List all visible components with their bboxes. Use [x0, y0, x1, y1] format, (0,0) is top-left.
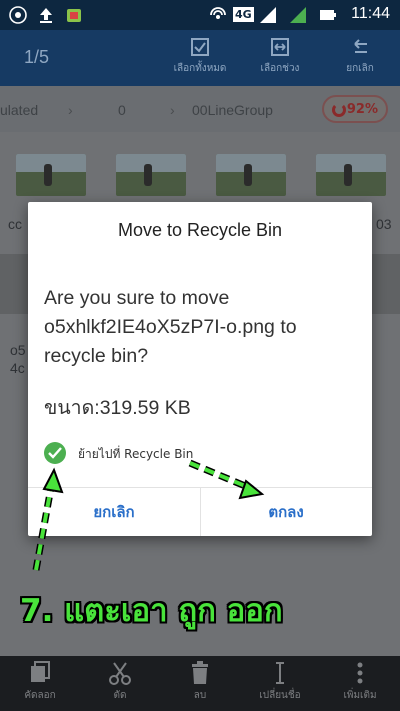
file-label: o5 [10, 342, 26, 358]
cut-icon [109, 662, 131, 685]
breadcrumb-item[interactable]: ulated [0, 102, 38, 118]
rename-label: เปลี่ยนชื่อ [259, 690, 301, 701]
storage-usage-badge[interactable]: 92% [322, 95, 388, 123]
more-label: เพิ่มเติม [343, 690, 377, 701]
select-all-label: เลือกทั้งหมด [173, 63, 227, 74]
instruction-caption: 7. แตะเอา ถูก ออก [20, 593, 283, 629]
hotspot-icon [210, 7, 226, 19]
signal-icon [290, 7, 306, 23]
copy-button[interactable]: คัดลอก [10, 660, 70, 703]
storage-ring-icon [332, 103, 346, 117]
copy-label: คัดลอก [24, 690, 56, 701]
network-type-label: 4G [233, 7, 254, 22]
file-label: 03 [376, 216, 392, 232]
cancel-button[interactable]: ยกเลิก [28, 488, 200, 536]
cancel-selection-button[interactable]: ยกเลิก [320, 36, 400, 76]
delete-label: ลบ [193, 690, 207, 701]
status-bar: 4G 11:44 [0, 0, 400, 30]
image-thumbnail[interactable] [316, 154, 386, 196]
image-thumbnail[interactable] [16, 154, 86, 196]
select-range-icon [271, 38, 289, 56]
cut-button[interactable]: ตัด [90, 660, 150, 703]
select-range-button[interactable]: เลือกช่วง [240, 36, 320, 76]
signal-icon [260, 7, 276, 23]
dialog-message: Are you sure to move o5xhlkf2IE4oX5zP7I-… [44, 287, 297, 367]
selection-count: 1/5 [24, 47, 50, 67]
select-all-icon [191, 38, 209, 56]
breadcrumb: ulated › 0 › 00LineGroup 92% [0, 86, 400, 132]
more-button[interactable]: เพิ่มเติม [330, 660, 390, 703]
copy-icon [31, 661, 50, 682]
recycle-bin-dialog: Move to Recycle Bin Are you sure to move… [28, 202, 372, 536]
delete-button[interactable]: ลบ [170, 660, 230, 703]
checkbox-label: ย้ายไปที่ Recycle Bin [78, 447, 194, 461]
android-icon [67, 9, 81, 22]
wifi-icon [9, 6, 27, 24]
dialog-title: Move to Recycle Bin [117, 220, 283, 240]
undo-icon [354, 39, 367, 53]
file-label: 4c [10, 360, 25, 376]
upload-icon [40, 8, 52, 23]
chevron-right-icon: › [170, 102, 175, 118]
rename-icon [276, 662, 284, 684]
trash-icon [192, 661, 208, 684]
more-icon [357, 662, 363, 684]
file-size-text: ขนาด:319.59 KB [44, 397, 191, 419]
select-all-button[interactable]: เลือกทั้งหมด [160, 36, 240, 76]
file-label: cc [8, 216, 22, 232]
cancel-selection-label: ยกเลิก [346, 63, 374, 74]
status-time: 11:44 [351, 5, 390, 22]
battery-icon [320, 10, 336, 20]
image-thumbnail[interactable] [116, 154, 186, 196]
ok-button[interactable]: ตกลง [200, 488, 372, 536]
breadcrumb-item[interactable]: 0 [118, 102, 126, 118]
rename-button[interactable]: เปลี่ยนชื่อ [250, 660, 310, 703]
breadcrumb-item[interactable]: 00LineGroup [192, 102, 273, 118]
chevron-right-icon: › [68, 102, 73, 118]
image-thumbnail[interactable] [216, 154, 286, 196]
bottom-toolbar: คัดลอก ตัด ลบ เปลี่ยนชื่อ เพิ่มเติม [0, 656, 400, 711]
cut-label: ตัด [113, 690, 127, 701]
move-to-recycle-bin-checkbox[interactable] [44, 442, 66, 464]
selection-toolbar: 1/5 เลือกทั้งหมด เลือกช่วง ยกเลิก [0, 30, 400, 86]
checkmark-icon [48, 447, 62, 459]
select-range-label: เลือกช่วง [260, 63, 300, 74]
